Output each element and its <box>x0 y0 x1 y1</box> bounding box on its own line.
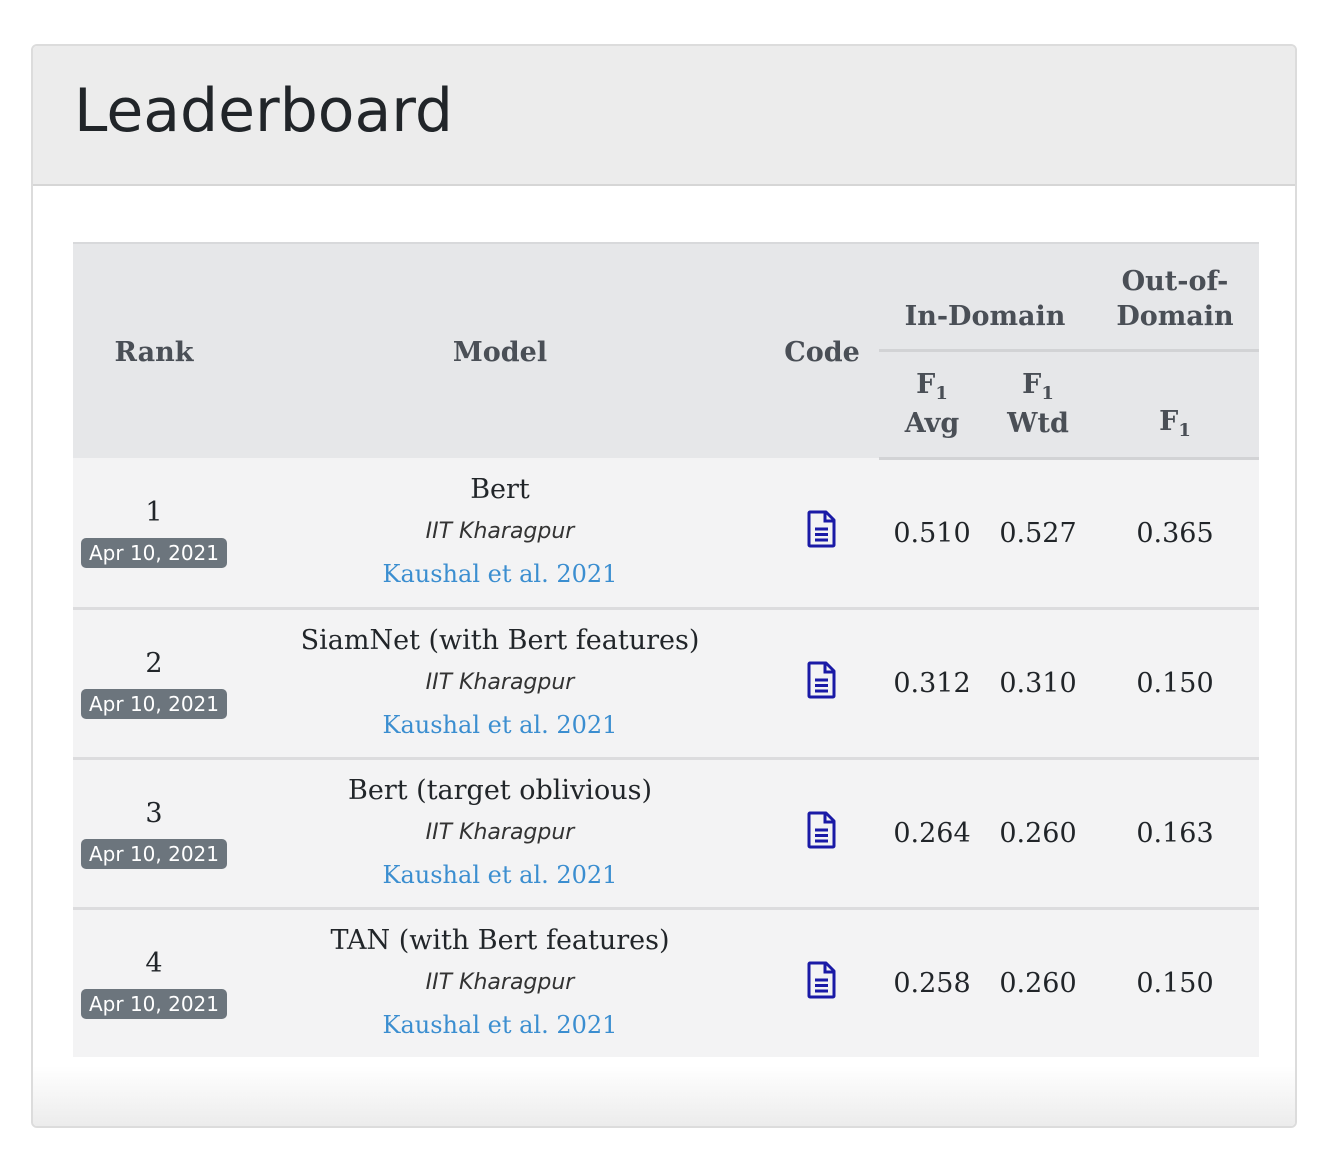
rank-number: 2 <box>145 647 163 679</box>
header-out-of-domain-line1: Out-of- <box>1121 266 1229 298</box>
model-org: IIT Kharagpur <box>425 820 575 845</box>
ood-f1-value: 0.150 <box>1091 606 1259 758</box>
model-cell: TAN (with Bert features) IIT Kharagpur K… <box>235 906 765 1057</box>
header-ood-f1-sub: 1 <box>1178 420 1191 442</box>
f1-avg-value: 0.258 <box>879 906 985 1057</box>
code-cell <box>765 606 879 758</box>
date-badge: Apr 10, 2021 <box>80 688 228 719</box>
header-f1-avg[interactable]: F1 Avg <box>879 350 985 460</box>
model-name: SiamNet (with Bert features) <box>300 625 700 656</box>
header-f1-wtd-label: Wtd <box>1007 407 1069 439</box>
header-in-domain: In-Domain <box>879 242 1091 352</box>
header-f1-wtd-sub: 1 <box>1041 383 1054 405</box>
code-cell <box>765 756 879 908</box>
code-cell <box>765 906 879 1057</box>
card-title: Leaderboard <box>74 76 453 146</box>
model-name: Bert (target oblivious) <box>348 775 652 806</box>
header-f1-avg-sub: 1 <box>935 383 948 405</box>
f1-avg-value: 0.264 <box>879 756 985 908</box>
table-row: 1 Apr 10, 2021 Bert IIT Kharagpur Kausha… <box>73 458 1259 608</box>
table-row: 3 Apr 10, 2021 Bert (target oblivious) I… <box>73 756 1259 908</box>
rank-cell: 2 Apr 10, 2021 <box>73 606 235 758</box>
card-bottom-fade <box>33 1066 1295 1126</box>
f1-avg-value: 0.510 <box>879 458 985 608</box>
f1-wtd-value: 0.260 <box>985 756 1091 908</box>
paper-link[interactable]: Kaushal et al. 2021 <box>235 1004 765 1046</box>
rank-number: 3 <box>145 797 163 829</box>
f1-wtd-value: 0.527 <box>985 458 1091 608</box>
card-header: Leaderboard <box>33 46 1295 186</box>
f1-avg-value: 0.312 <box>879 606 985 758</box>
f1-wtd-value: 0.310 <box>985 606 1091 758</box>
paper-link[interactable]: Kaushal et al. 2021 <box>235 854 765 896</box>
paper-link[interactable]: Kaushal et al. 2021 <box>235 704 765 746</box>
paper-link[interactable]: Kaushal et al. 2021 <box>235 553 765 595</box>
model-cell: Bert IIT Kharagpur Kaushal et al. 2021 <box>235 458 765 608</box>
leaderboard-card: Leaderboard Rank Model Code In-Domain Ou… <box>31 44 1297 1128</box>
header-rank[interactable]: Rank <box>73 242 235 458</box>
f1-wtd-value: 0.260 <box>985 906 1091 1057</box>
document-icon[interactable] <box>807 811 837 849</box>
table-row: 4 Apr 10, 2021 TAN (with Bert features) … <box>73 906 1259 1057</box>
model-org: IIT Kharagpur <box>425 519 575 545</box>
model-org: IIT Kharagpur <box>425 970 575 995</box>
header-ood-f1-f: F <box>1159 406 1179 438</box>
ood-f1-value: 0.365 <box>1091 458 1259 608</box>
rank-cell: 3 Apr 10, 2021 <box>73 756 235 908</box>
header-f1-wtd[interactable]: F1 Wtd <box>985 350 1091 460</box>
header-model[interactable]: Model <box>235 242 765 458</box>
model-name: Bert <box>470 474 530 506</box>
document-icon[interactable] <box>807 510 837 548</box>
code-cell <box>765 458 879 608</box>
date-badge: Apr 10, 2021 <box>80 988 228 1019</box>
header-f1-avg-f: F <box>916 369 936 401</box>
model-name: TAN (with Bert features) <box>330 925 670 956</box>
header-out-of-domain-line2: Domain <box>1116 301 1234 333</box>
ood-f1-value: 0.163 <box>1091 756 1259 908</box>
rank-cell: 1 Apr 10, 2021 <box>73 458 235 608</box>
date-badge: Apr 10, 2021 <box>80 838 228 869</box>
model-org: IIT Kharagpur <box>425 670 575 695</box>
rank-number: 1 <box>145 496 163 528</box>
rank-cell: 4 Apr 10, 2021 <box>73 906 235 1057</box>
header-in-domain-label: In-Domain <box>904 301 1066 333</box>
header-ood-f1[interactable]: F1 <box>1091 350 1259 460</box>
date-badge: Apr 10, 2021 <box>80 537 228 568</box>
header-f1-wtd-f: F <box>1022 369 1042 401</box>
header-f1-avg-label: Avg <box>904 407 960 439</box>
document-icon[interactable] <box>807 961 837 999</box>
table-row: 2 Apr 10, 2021 SiamNet (with Bert featur… <box>73 606 1259 758</box>
header-out-of-domain: Out-of- Domain <box>1091 242 1259 352</box>
model-cell: SiamNet (with Bert features) IIT Kharagp… <box>235 606 765 758</box>
rank-number: 4 <box>145 947 163 979</box>
ood-f1-value: 0.150 <box>1091 906 1259 1057</box>
document-icon[interactable] <box>807 661 837 699</box>
leaderboard-table: Rank Model Code In-Domain Out-of- Domain… <box>73 242 1259 1057</box>
model-cell: Bert (target oblivious) IIT Kharagpur Ka… <box>235 756 765 908</box>
header-code: Code <box>765 242 879 458</box>
